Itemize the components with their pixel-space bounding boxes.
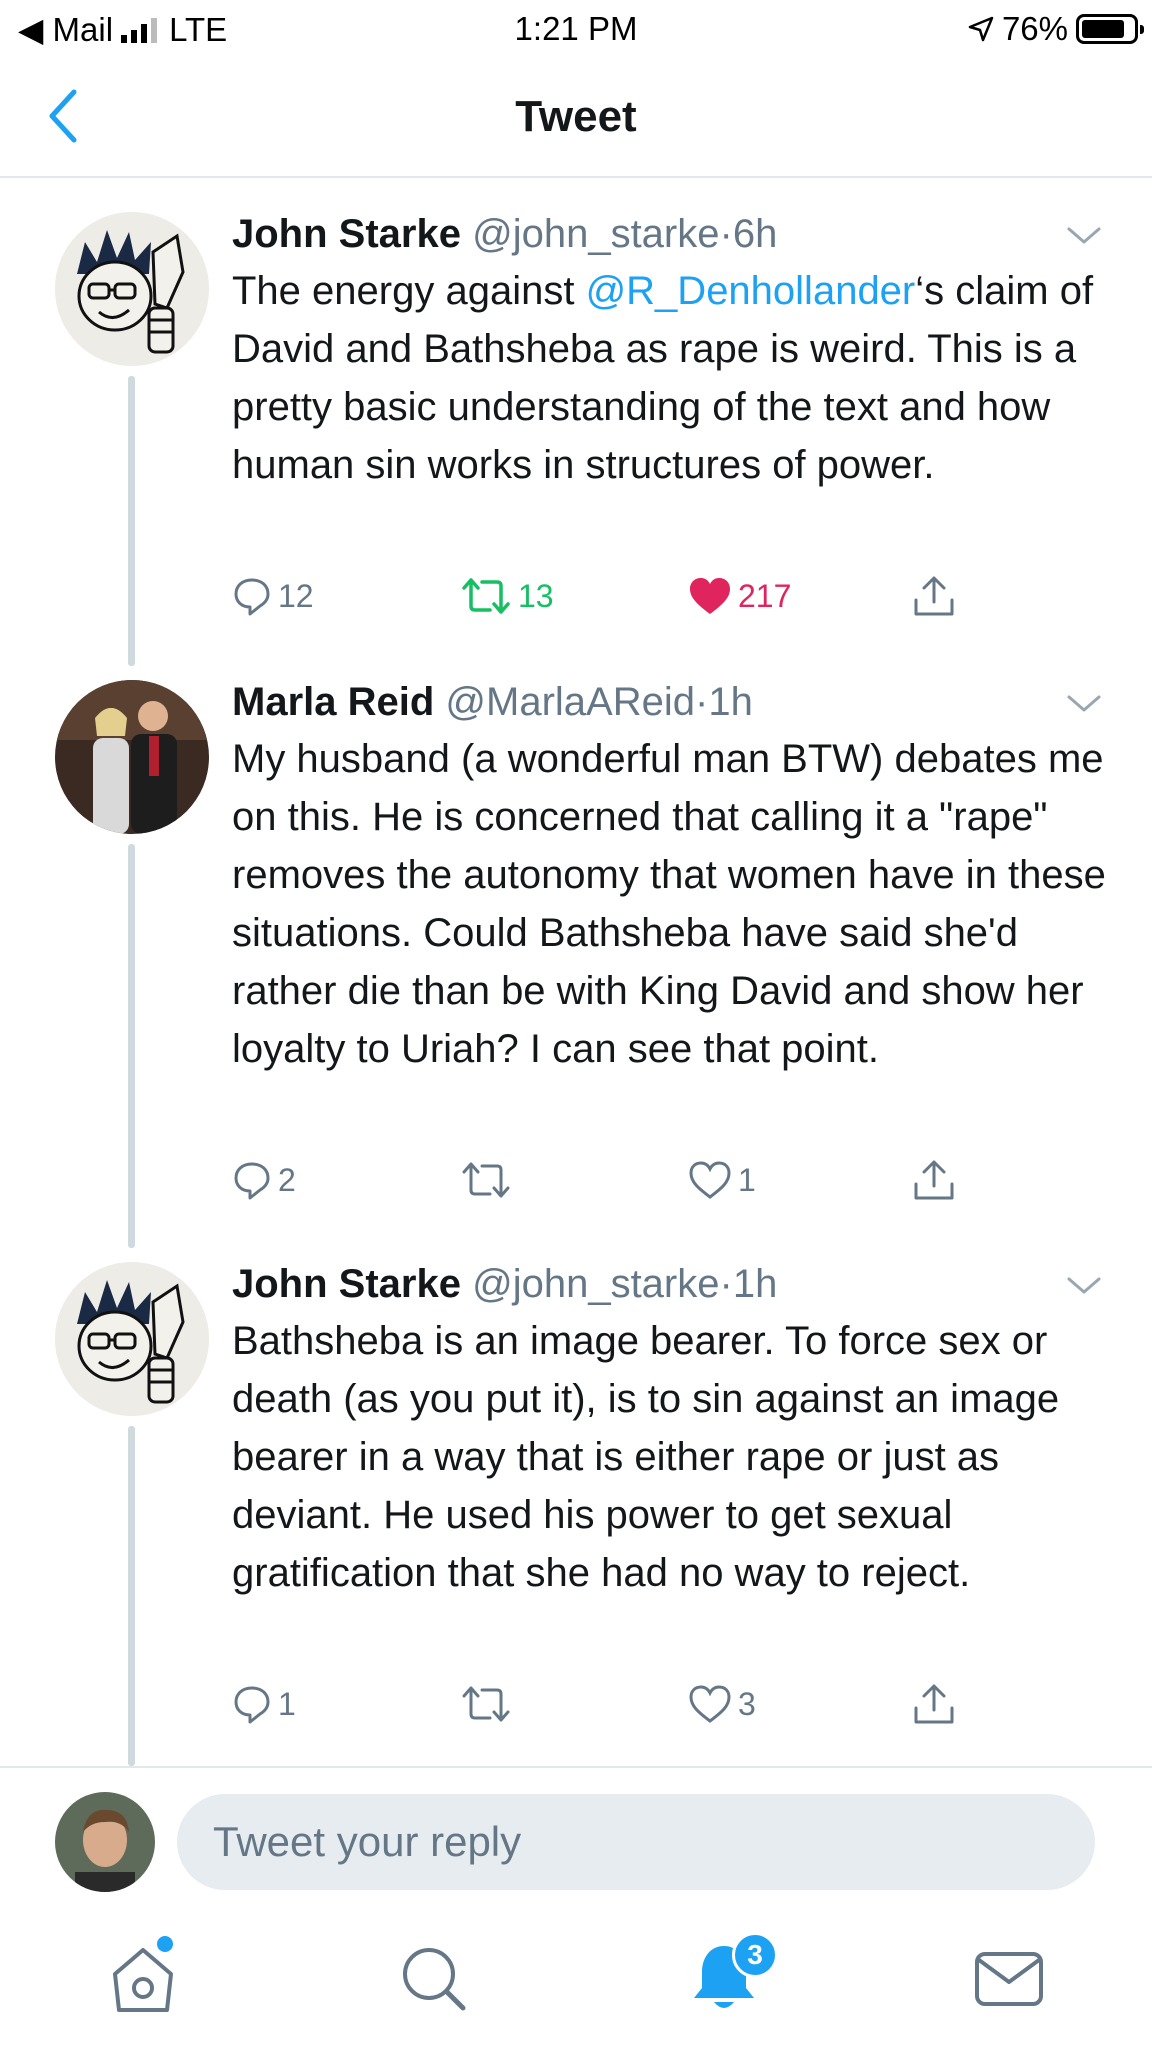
messages-envelope-icon[interactable] (969, 1938, 1049, 2018)
tweet-time: 1h (708, 680, 753, 724)
like-count: 3 (738, 1685, 756, 1722)
page-title: Tweet (515, 92, 637, 141)
author-handle[interactable]: @john_starke (472, 212, 719, 256)
retweet-button[interactable]: 13 (460, 568, 554, 624)
reply-button[interactable]: 1 (232, 1676, 296, 1732)
heart-outline-icon (689, 1161, 731, 1199)
reply-input[interactable] (177, 1794, 1095, 1890)
share-button[interactable] (912, 1152, 956, 1208)
retweet-icon (462, 1686, 510, 1722)
avatar[interactable] (55, 680, 209, 834)
tweet-actions: 12 13 217 (232, 568, 1012, 624)
chevron-down-icon[interactable] (1066, 226, 1102, 246)
tweet-text-part: The energy against (232, 269, 586, 313)
like-count: 1 (738, 1161, 756, 1198)
reply-icon (234, 578, 270, 616)
tweet-time: 1h (732, 1262, 778, 1306)
meta-separator: · (695, 680, 709, 724)
heart-filled-icon (690, 578, 730, 614)
avatar[interactable] (55, 1262, 209, 1416)
tweet[interactable]: Marla Reid @MarlaAReid·1h My husband (a … (0, 680, 1152, 1260)
share-icon (914, 1684, 954, 1724)
retweet-icon (462, 578, 510, 614)
retweet-button[interactable] (460, 1676, 518, 1732)
reply-count: 1 (278, 1685, 296, 1722)
home-unread-dot (155, 1934, 175, 1954)
battery-icon (1076, 14, 1144, 44)
tweet-time: 6h (732, 212, 778, 256)
battery-percent: 76% (1001, 10, 1068, 47)
like-button[interactable]: 3 (688, 1676, 756, 1732)
tab-bar (0, 1904, 1152, 2048)
like-button[interactable]: 1 (688, 1152, 756, 1208)
thread-line (128, 844, 135, 1248)
thread-line (128, 1426, 135, 1766)
reply-icon (234, 1686, 270, 1724)
meta-separator: · (719, 212, 733, 256)
author-handle[interactable]: @john_starke (472, 1262, 719, 1306)
share-button[interactable] (912, 1676, 956, 1732)
nav-bar: Tweet (0, 54, 1152, 178)
reply-count: 2 (278, 1161, 296, 1198)
author-name[interactable]: John Starke (232, 212, 461, 256)
author-handle[interactable]: @MarlaAReid (445, 680, 695, 724)
reply-icon (234, 1162, 270, 1200)
tweet-actions: 2 1 (232, 1152, 1012, 1208)
retweet-button[interactable] (460, 1152, 518, 1208)
tweet-text: Bathsheba is an image bearer. To force s… (232, 1319, 1060, 1595)
location-icon (968, 16, 994, 42)
reply-button[interactable]: 12 (232, 568, 314, 624)
tweet-header: John Starke @john_starke·1h (232, 1262, 777, 1307)
tweet[interactable]: John Starke @john_starke·6h The energy a… (0, 212, 1152, 672)
author-name[interactable]: John Starke (232, 1262, 461, 1306)
tweet-text: The energy against @R_Denhollander‘s cla… (232, 262, 1112, 494)
retweet-icon (462, 1162, 510, 1198)
heart-outline-icon (689, 1685, 731, 1723)
tweet-text: My husband (a wonderful man BTW) debates… (232, 737, 1106, 1071)
thread-line (128, 376, 135, 666)
reply-composer (0, 1766, 1152, 1902)
tweet-header: Marla Reid @MarlaAReid·1h (232, 680, 753, 725)
my-avatar (55, 1792, 155, 1892)
retweet-count: 13 (518, 577, 554, 614)
reply-count: 12 (278, 577, 314, 614)
chevron-down-icon[interactable] (1066, 694, 1102, 714)
cartoon-avatar-icon (55, 212, 209, 366)
chevron-down-icon[interactable] (1066, 1276, 1102, 1296)
tweet-header: John Starke @john_starke·6h (232, 212, 777, 257)
tweet-actions: 1 3 (232, 1676, 1012, 1732)
user-photo-avatar (55, 1792, 155, 1892)
cartoon-avatar-icon (55, 1262, 209, 1416)
mention-link[interactable]: @R_Denhollander (586, 269, 916, 313)
author-name[interactable]: Marla Reid (232, 680, 434, 724)
share-button[interactable] (912, 568, 956, 624)
search-icon[interactable] (393, 1938, 473, 2018)
notifications-badge: 3 (732, 1932, 778, 1978)
tweet[interactable]: John Starke @john_starke·1h Bathsheba is… (0, 1262, 1152, 1766)
couple-photo-avatar (55, 680, 209, 834)
avatar[interactable] (55, 212, 209, 366)
status-right: 76% (968, 10, 1144, 48)
status-bar: ◀ Mail LTE 1:21 PM 76% (0, 0, 1152, 54)
share-icon (914, 576, 954, 616)
like-button[interactable]: 217 (688, 568, 791, 624)
share-icon (914, 1160, 954, 1200)
meta-separator: · (719, 1262, 733, 1306)
like-count: 217 (738, 577, 792, 614)
reply-button[interactable]: 2 (232, 1152, 296, 1208)
